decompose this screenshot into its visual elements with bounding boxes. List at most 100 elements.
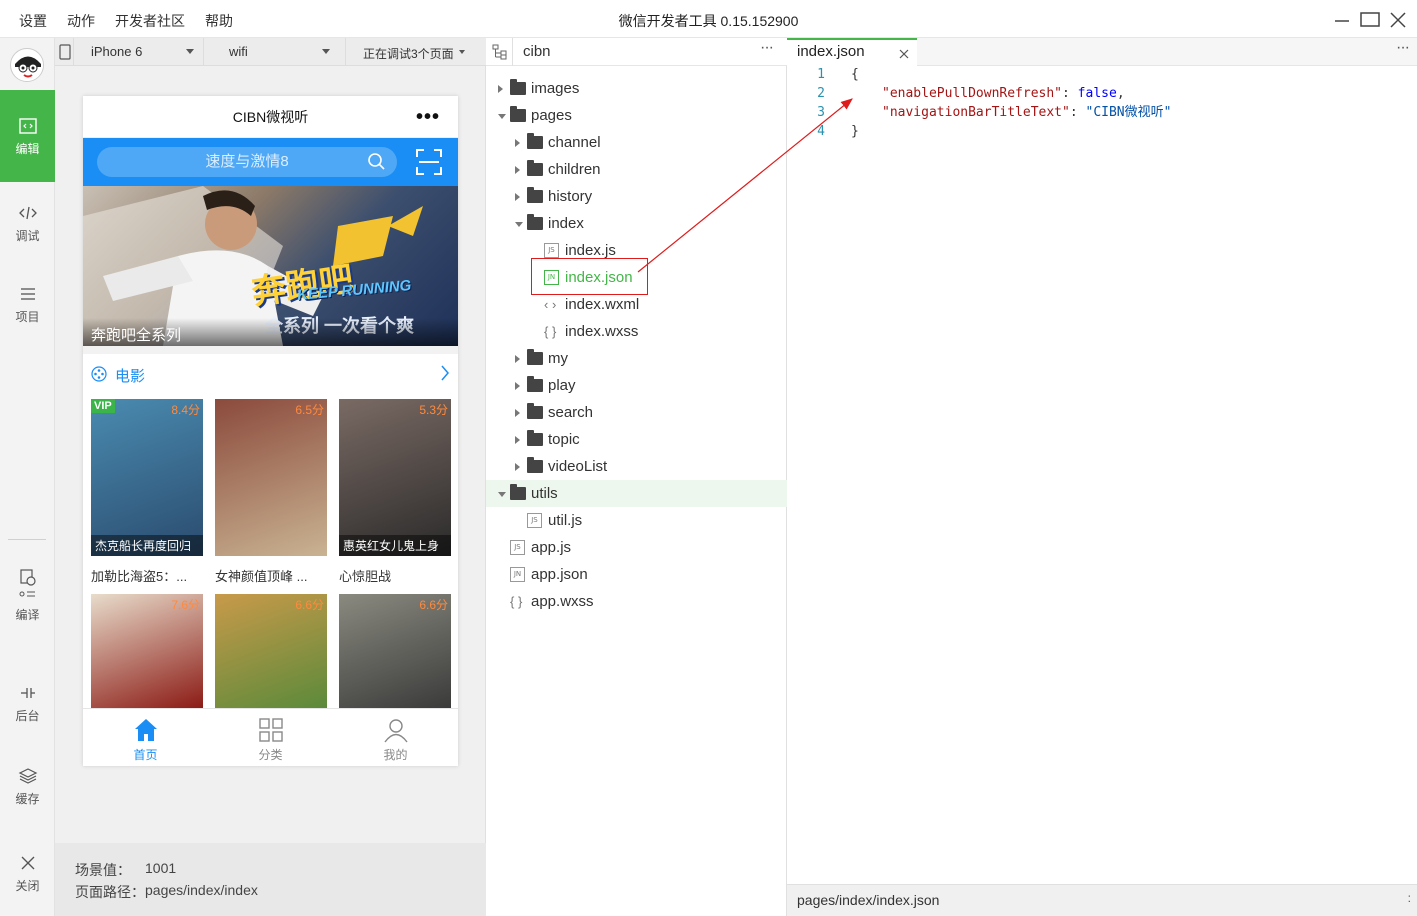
device-icon[interactable]: [59, 44, 71, 60]
sidebar-item-edit[interactable]: 编辑: [0, 90, 55, 182]
collapse-arrow-icon[interactable]: [515, 193, 520, 201]
sidebar-item-compile[interactable]: 编译: [0, 568, 55, 623]
layers-icon: [18, 768, 37, 784]
expand-arrow-icon[interactable]: [498, 492, 506, 497]
tree-item-util-js[interactable]: JS util.js: [486, 507, 787, 534]
folder-icon: [527, 430, 543, 446]
chevron-down-icon[interactable]: [459, 50, 465, 54]
sidebar-item-label: 关闭: [15, 879, 40, 893]
folder-icon: [527, 376, 543, 392]
device-select[interactable]: iPhone 6: [91, 44, 142, 59]
tree-item-label: util.js: [548, 512, 583, 529]
movie-poster[interactable]: 7.6分: [91, 594, 203, 709]
expand-arrow-icon[interactable]: [498, 114, 506, 119]
chevron-down-icon[interactable]: [322, 49, 330, 54]
tree-item-label: app.js: [531, 539, 572, 556]
search-input[interactable]: 速度与激情8: [97, 147, 397, 177]
folder-icon: [510, 484, 526, 500]
code-text: "navigationBarTitleText": "CIBN微视听": [882, 103, 1171, 122]
avatar[interactable]: [10, 48, 44, 82]
movie-title[interactable]: 心惊胆战: [339, 566, 451, 585]
collapse-arrow-icon[interactable]: [515, 463, 520, 471]
movie-poster[interactable]: 6.6分: [215, 594, 327, 709]
tree-item-index-wxss[interactable]: { } index.wxss: [486, 318, 787, 345]
collapse-arrow-icon[interactable]: [515, 355, 520, 363]
movie-poster[interactable]: VIP 8.4分 杰克船长再度回归: [91, 399, 203, 556]
movie-title[interactable]: 加勒比海盗5：...: [91, 566, 203, 585]
tree-item-app-wxss[interactable]: { } app.wxss: [486, 588, 787, 615]
tree-item-label: history: [548, 188, 593, 205]
tree-item-children[interactable]: children: [486, 156, 787, 183]
more-options-icon[interactable]: ···: [1396, 39, 1410, 57]
code-text: {: [851, 67, 859, 82]
sidebar-item-cache[interactable]: 缓存: [0, 766, 55, 807]
tree-item-videolist[interactable]: videoList: [486, 453, 787, 480]
tab-index-json[interactable]: index.json: [787, 38, 917, 66]
movie-score: 5.3分: [419, 403, 448, 417]
scan-icon[interactable]: [416, 149, 442, 175]
movie-poster[interactable]: 6.6分: [339, 594, 451, 709]
tab-mine[interactable]: 我的: [333, 709, 458, 766]
banner-carousel[interactable]: 奔跑吧 KEEP RUNNING 全系列 一次看个爽 奔跑吧全系列: [83, 186, 458, 346]
tree-item-play[interactable]: play: [486, 372, 787, 399]
background-icon: [20, 688, 35, 698]
search-icon[interactable]: [367, 152, 387, 172]
close-tab-icon[interactable]: [899, 49, 909, 59]
tree-item-my[interactable]: my: [486, 345, 787, 372]
movie-poster[interactable]: 5.3分 惠英红女儿鬼上身: [339, 399, 451, 556]
minimize-icon[interactable]: [1330, 8, 1354, 32]
tree-item-topic[interactable]: topic: [486, 426, 787, 453]
tree-item-channel[interactable]: channel: [486, 129, 787, 156]
wxss-file-icon: { }: [544, 324, 557, 339]
collapse-arrow-icon[interactable]: [515, 436, 520, 444]
network-select[interactable]: wifi: [229, 44, 248, 59]
json-file-icon: JN: [510, 567, 525, 582]
folder-icon: [527, 133, 543, 149]
tree-item-label: videoList: [548, 458, 608, 475]
more-dots-icon[interactable]: •••: [416, 96, 440, 138]
tree-item-app-js[interactable]: JS app.js: [486, 534, 787, 561]
chevron-down-icon[interactable]: [186, 49, 194, 54]
movie-title[interactable]: 女神颜值顶峰 ...: [215, 566, 327, 585]
section-header[interactable]: 电影: [83, 354, 458, 394]
grid-icon: [258, 718, 283, 742]
user-icon: [383, 719, 408, 743]
status-file-path: pages/index/index.json: [797, 892, 940, 908]
sidebar-item-debug[interactable]: 调试: [0, 203, 55, 244]
expand-arrow-icon[interactable]: [515, 222, 523, 227]
folder-icon: [527, 457, 543, 473]
movie-poster[interactable]: 6.5分: [215, 399, 327, 556]
tree-item-label: play: [548, 377, 576, 394]
collapse-arrow-icon[interactable]: [515, 166, 520, 174]
tab-home[interactable]: 首页: [83, 709, 208, 766]
tree-item-search[interactable]: search: [486, 399, 787, 426]
sidebar-item-label: 缓存: [15, 792, 40, 806]
status-more-icon[interactable]: :: [1408, 891, 1411, 905]
project-name: cibn: [523, 43, 551, 60]
tree-item-pages[interactable]: pages: [486, 102, 787, 129]
close-window-icon[interactable]: [1386, 8, 1410, 32]
chevron-right-icon[interactable]: [440, 365, 450, 381]
tree-item-index[interactable]: index: [486, 210, 787, 237]
tab-category[interactable]: 分类: [208, 709, 333, 766]
tree-item-history[interactable]: history: [486, 183, 787, 210]
sidebar-item-background[interactable]: 后台: [0, 683, 55, 724]
collapse-arrow-icon[interactable]: [515, 409, 520, 417]
movie-score: 6.6分: [419, 598, 448, 612]
sidebar-item-close[interactable]: 关闭: [0, 853, 55, 894]
collapse-arrow-icon[interactable]: [498, 85, 503, 93]
tree-item-utils[interactable]: utils: [486, 480, 787, 507]
sidebar-item-project[interactable]: 项目: [0, 284, 55, 325]
tree-item-index-wxml[interactable]: ‹ › index.wxml: [486, 291, 787, 318]
nav-bar: CIBN微视听 •••: [83, 96, 458, 138]
maximize-icon[interactable]: [1358, 8, 1382, 32]
tree-item-images[interactable]: images: [486, 75, 787, 102]
collapse-arrow-icon[interactable]: [515, 139, 520, 147]
tree-item-app-json[interactable]: JN app.json: [486, 561, 787, 588]
collapse-arrow-icon[interactable]: [515, 382, 520, 390]
file-tree-header: cibn ···: [486, 38, 787, 66]
tree-structure-icon[interactable]: [492, 44, 508, 60]
sidebar-item-label: 项目: [15, 310, 40, 324]
more-options-icon[interactable]: ···: [760, 39, 774, 57]
debug-pages-status[interactable]: 正在调试3个页面: [363, 45, 454, 62]
